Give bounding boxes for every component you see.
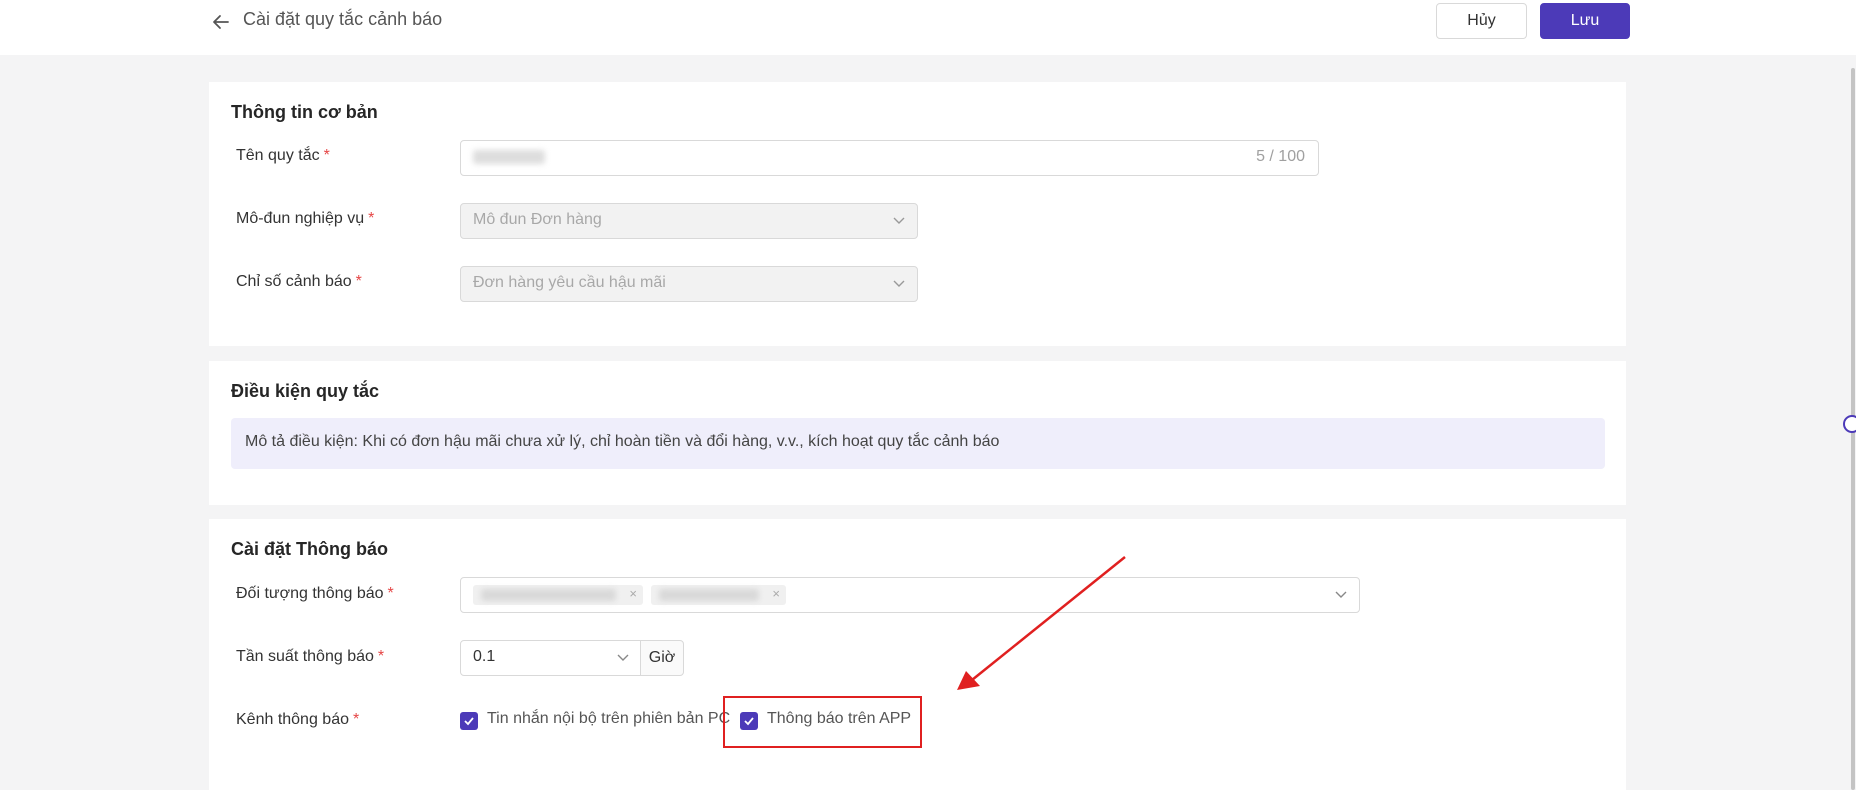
remove-tag-icon[interactable]: ×: [629, 586, 637, 601]
pc-channel-label[interactable]: Tin nhắn nội bộ trên phiên bản PC: [487, 710, 730, 728]
recipient-tag: ×: [651, 585, 786, 605]
section-title-notification-settings: Cài đặt Thông báo: [231, 539, 388, 559]
frequency-value: 0.1: [473, 648, 496, 665]
section-title-basic-info: Thông tin cơ bản: [231, 102, 378, 122]
blurred-recipient: [481, 589, 616, 601]
module-select-value: Mô đun Đơn hàng: [473, 211, 602, 228]
module-select: Mô đun Đơn hàng: [460, 203, 918, 239]
blurred-recipient: [659, 589, 759, 601]
notification-channel-label: Kênh thông báo *: [236, 711, 360, 728]
save-button[interactable]: Lưu: [1540, 3, 1630, 39]
rule-conditions-card: Điều kiện quy tắc Mô tả điều kiện: Khi c…: [209, 361, 1626, 505]
notification-target-select[interactable]: × ×: [460, 577, 1360, 613]
blurred-rule-name: [473, 150, 545, 164]
frequency-select[interactable]: 0.1: [460, 640, 642, 676]
notification-target-label: Đối tượng thông báo *: [236, 585, 394, 602]
page-title: Cài đặt quy tắc cảnh báo: [243, 9, 443, 29]
annotation-highlight-box: [723, 696, 922, 748]
rule-name-label: Tên quy tắc *: [236, 147, 330, 164]
metric-select: Đơn hàng yêu cầu hậu mãi: [460, 266, 918, 302]
back-arrow-icon[interactable]: [211, 12, 231, 32]
rule-name-input[interactable]: 5 / 100: [460, 140, 1319, 176]
recipient-tag: ×: [473, 585, 643, 605]
notification-settings-card: Cài đặt Thông báo Đối tượng thông báo * ×…: [209, 519, 1626, 790]
module-label: Mô-đun nghiệp vụ *: [236, 210, 375, 227]
basic-info-card: Thông tin cơ bản Tên quy tắc * 5 / 100 Mô…: [209, 82, 1626, 346]
char-counter: 5 / 100: [1256, 148, 1305, 165]
chevron-down-icon: [893, 217, 905, 224]
notification-frequency-label: Tần suất thông báo *: [236, 648, 385, 665]
check-icon: [464, 717, 474, 726]
floating-circle-icon[interactable]: [1843, 415, 1856, 433]
cancel-button[interactable]: Hủy: [1436, 3, 1527, 39]
header-bar: Cài đặt quy tắc cảnh báo Hủy Lưu: [0, 0, 1856, 55]
condition-description: Mô tả điều kiện: Khi có đơn hậu mãi chưa…: [231, 418, 1605, 469]
chevron-down-icon: [1335, 591, 1347, 598]
metric-select-value: Đơn hàng yêu cầu hậu mãi: [473, 274, 666, 291]
remove-tag-icon[interactable]: ×: [772, 586, 780, 601]
pc-channel-checkbox[interactable]: [460, 712, 478, 730]
chevron-down-icon: [617, 654, 629, 661]
frequency-unit: Giờ: [640, 640, 684, 676]
chevron-down-icon: [893, 280, 905, 287]
metric-label: Chỉ số cảnh báo *: [236, 273, 362, 290]
section-title-rule-conditions: Điều kiện quy tắc: [231, 381, 380, 401]
